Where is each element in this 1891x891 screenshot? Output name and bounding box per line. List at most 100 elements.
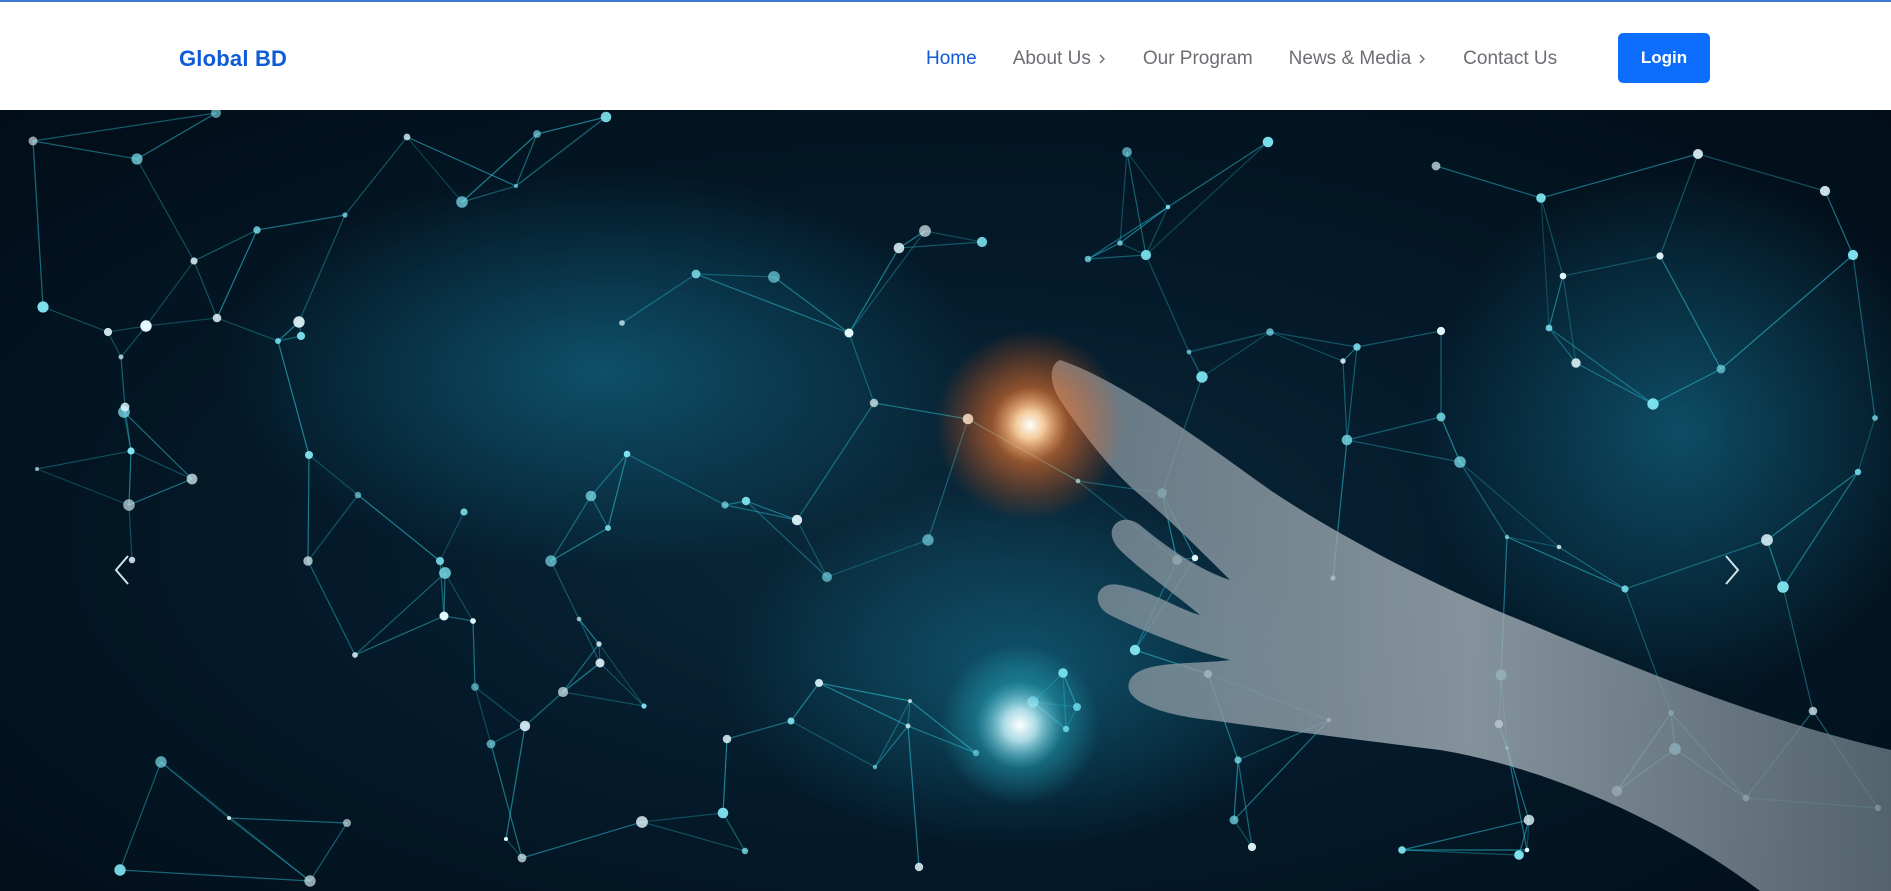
nav-item-label: Our Program: [1142, 48, 1253, 69]
network-node: [131, 153, 143, 165]
network-node: [533, 130, 541, 138]
network-line: [32, 112, 217, 142]
network-node: [514, 184, 518, 188]
network-node: [155, 756, 167, 768]
network-node: [1716, 364, 1726, 374]
nav-item-label: News & Media: [1288, 48, 1412, 69]
network-line: [256, 214, 346, 231]
network-node: [545, 555, 557, 567]
nav-item-about-us[interactable]: About Us: [1013, 48, 1107, 70]
brand-logo[interactable]: Global BD: [179, 46, 287, 72]
glow-cyan: [940, 645, 1100, 805]
network-node: [1229, 815, 1239, 825]
network-line: [128, 478, 193, 506]
network-node: [636, 816, 648, 828]
nav-item-contact-us[interactable]: Contact Us: [1463, 48, 1557, 70]
network-node: [872, 764, 878, 770]
network-line: [1269, 331, 1344, 362]
network-node: [304, 875, 316, 887]
nav-item-our-program[interactable]: Our Program: [1143, 48, 1253, 70]
network-node: [343, 819, 351, 827]
network-node: [768, 271, 780, 283]
nav-item-news-media[interactable]: News & Media: [1289, 48, 1428, 70]
network-node: [1545, 324, 1553, 332]
nav-item-home[interactable]: Home: [926, 48, 977, 70]
network-node: [869, 398, 879, 408]
network-line: [1269, 331, 1358, 348]
network-line: [598, 643, 645, 707]
glow-orange: [935, 330, 1125, 520]
network-node: [103, 327, 113, 337]
network-node: [791, 514, 803, 526]
network-node: [486, 739, 496, 749]
network-line: [1201, 331, 1271, 378]
main-nav: Home About Us Our Program News & Media C…: [926, 47, 1593, 71]
network-line: [524, 691, 564, 727]
network-node: [1398, 846, 1406, 854]
carousel-prev-button[interactable]: [110, 550, 170, 630]
network-node: [1454, 456, 1466, 468]
network-line: [641, 812, 724, 823]
network-line: [898, 241, 983, 249]
network-line: [1087, 254, 1147, 260]
network-node: [253, 226, 261, 234]
network-node: [1165, 204, 1171, 210]
network-node: [519, 720, 531, 732]
nav-item-label: Home: [926, 48, 977, 69]
network-node: [1872, 415, 1878, 421]
chevron-right-icon: [1419, 54, 1426, 64]
network-node: [1819, 185, 1831, 197]
network-line: [1119, 206, 1169, 244]
network-node: [1808, 706, 1818, 716]
network-node: [1140, 249, 1152, 261]
network-node: [976, 236, 988, 248]
network-node: [1191, 554, 1199, 562]
network-node: [815, 679, 823, 687]
network-node: [741, 847, 749, 855]
hero-image: [28, 110, 1891, 891]
network-node: [1559, 272, 1567, 280]
network-line: [145, 317, 218, 327]
network-node: [914, 862, 924, 872]
network-node: [722, 734, 732, 744]
network-node: [691, 269, 701, 279]
network-node: [211, 110, 221, 118]
network-node: [460, 508, 468, 516]
network-node: [844, 328, 854, 338]
network-node: [342, 212, 348, 218]
network-line: [1401, 849, 1520, 856]
network-node: [1514, 850, 1524, 860]
network-node: [787, 717, 795, 725]
network-line: [1126, 151, 1169, 208]
network-node: [1341, 434, 1353, 446]
network-node: [127, 447, 135, 455]
network-line: [505, 725, 526, 840]
network-node: [1117, 240, 1123, 246]
network-line: [145, 260, 195, 327]
network-line: [521, 821, 643, 859]
network-line: [309, 822, 348, 882]
network-node: [619, 320, 625, 326]
network-line: [1435, 165, 1542, 199]
network-node: [822, 572, 832, 582]
carousel-next-button[interactable]: [1720, 550, 1780, 630]
network-node: [123, 499, 135, 511]
network-line: [42, 306, 109, 333]
network-node: [303, 556, 313, 566]
network-node: [1536, 193, 1546, 203]
network-node: [741, 496, 751, 506]
network-node: [403, 133, 411, 141]
network-line: [119, 761, 162, 871]
network-line: [136, 158, 195, 262]
chevron-right-icon: [1725, 555, 1740, 585]
network-line: [32, 140, 138, 160]
network-line: [490, 725, 526, 745]
network-line: [128, 450, 132, 506]
login-button[interactable]: Login: [1618, 33, 1710, 83]
network-node: [28, 136, 38, 146]
network-line: [641, 821, 746, 852]
network-node: [471, 683, 479, 691]
network-line: [160, 761, 311, 882]
network-line: [722, 738, 728, 814]
network-node: [641, 703, 647, 709]
